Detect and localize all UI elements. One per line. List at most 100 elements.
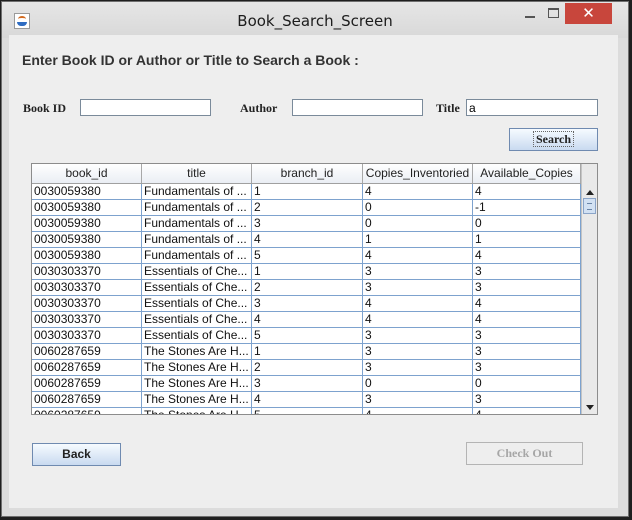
available-copies-cell[interactable]: 4 xyxy=(473,248,581,263)
table-row[interactable]: 0030303370 Essentials of Che... 5 3 3 xyxy=(32,328,581,344)
maximize-icon[interactable] xyxy=(542,3,566,24)
back-button[interactable]: Back xyxy=(32,443,121,466)
available-copies-cell[interactable]: 4 xyxy=(473,296,581,311)
check-out-button[interactable]: Check Out xyxy=(466,442,583,465)
copies-inventoried-cell[interactable]: 4 xyxy=(363,408,473,414)
table-row[interactable]: 0060287659 The Stones Are H... 1 3 3 xyxy=(32,344,581,360)
title-cell[interactable]: Fundamentals of ... xyxy=(142,232,252,247)
available-copies-cell[interactable]: 1 xyxy=(473,232,581,247)
copies-inventoried-cell[interactable]: 3 xyxy=(363,264,473,279)
copies-inventoried-cell[interactable]: 0 xyxy=(363,376,473,391)
minimize-icon[interactable] xyxy=(518,3,542,24)
branch-id-cell[interactable]: 3 xyxy=(252,216,363,231)
table-row[interactable]: 0060287659 The Stones Are H... 5 4 4 xyxy=(32,408,581,414)
branch-id-cell[interactable]: 2 xyxy=(252,360,363,375)
branch-id-cell[interactable]: 4 xyxy=(252,232,363,247)
branch-id-cell[interactable]: 2 xyxy=(252,280,363,295)
table-row[interactable]: 0030059380 Fundamentals of ... 3 0 0 xyxy=(32,216,581,232)
book-id-cell[interactable]: 0060287659 xyxy=(32,344,142,359)
title-cell[interactable]: Essentials of Che... xyxy=(142,264,252,279)
scrollbar-thumb[interactable] xyxy=(583,198,596,214)
branch-id-cell[interactable]: 1 xyxy=(252,184,363,199)
branch-id-cell[interactable]: 3 xyxy=(252,296,363,311)
copies-inventoried-cell[interactable]: 4 xyxy=(363,184,473,199)
available-copies-cell[interactable]: 4 xyxy=(473,408,581,414)
column-header-available-copies[interactable]: Available_Copies xyxy=(473,164,581,183)
book-id-cell[interactable]: 0030059380 xyxy=(32,184,142,199)
branch-id-cell[interactable]: 5 xyxy=(252,248,363,263)
copies-inventoried-cell[interactable]: 3 xyxy=(363,328,473,343)
available-copies-cell[interactable]: 3 xyxy=(473,360,581,375)
branch-id-cell[interactable]: 3 xyxy=(252,376,363,391)
branch-id-cell[interactable]: 2 xyxy=(252,200,363,215)
table-row[interactable]: 0030059380 Fundamentals of ... 4 1 1 xyxy=(32,232,581,248)
available-copies-cell[interactable]: 4 xyxy=(473,312,581,327)
branch-id-cell[interactable]: 4 xyxy=(252,312,363,327)
title-cell[interactable]: Essentials of Che... xyxy=(142,328,252,343)
scroll-down-arrow-icon[interactable] xyxy=(586,405,594,410)
book-id-cell[interactable]: 0030303370 xyxy=(32,264,142,279)
copies-inventoried-cell[interactable]: 1 xyxy=(363,232,473,247)
book-id-cell[interactable]: 0030303370 xyxy=(32,296,142,311)
title-bar[interactable]: Book_Search_Screen ✕ xyxy=(2,2,628,38)
book-id-cell[interactable]: 0060287659 xyxy=(32,408,142,414)
book-id-cell[interactable]: 0060287659 xyxy=(32,360,142,375)
column-header-book-id[interactable]: book_id xyxy=(32,164,142,183)
copies-inventoried-cell[interactable]: 4 xyxy=(363,296,473,311)
table-row[interactable]: 0030059380 Fundamentals of ... 2 0 -1 xyxy=(32,200,581,216)
copies-inventoried-cell[interactable]: 3 xyxy=(363,392,473,407)
column-header-copies-inventoried[interactable]: Copies_Inventoried xyxy=(363,164,473,183)
copies-inventoried-cell[interactable]: 4 xyxy=(363,312,473,327)
book-id-cell[interactable]: 0030059380 xyxy=(32,232,142,247)
title-cell[interactable]: The Stones Are H... xyxy=(142,360,252,375)
branch-id-cell[interactable]: 5 xyxy=(252,408,363,414)
available-copies-cell[interactable]: 3 xyxy=(473,328,581,343)
book-id-cell[interactable]: 0030303370 xyxy=(32,328,142,343)
branch-id-cell[interactable]: 1 xyxy=(252,264,363,279)
title-cell[interactable]: Fundamentals of ... xyxy=(142,216,252,231)
available-copies-cell[interactable]: 3 xyxy=(473,264,581,279)
table-row[interactable]: 0030303370 Essentials of Che... 4 4 4 xyxy=(32,312,581,328)
book-id-cell[interactable]: 0030303370 xyxy=(32,312,142,327)
book-id-cell[interactable]: 0030059380 xyxy=(32,248,142,263)
copies-inventoried-cell[interactable]: 4 xyxy=(363,248,473,263)
table-row[interactable]: 0060287659 The Stones Are H... 3 0 0 xyxy=(32,376,581,392)
book-id-cell[interactable]: 0030303370 xyxy=(32,280,142,295)
available-copies-cell[interactable]: 0 xyxy=(473,376,581,391)
branch-id-cell[interactable]: 5 xyxy=(252,328,363,343)
branch-id-cell[interactable]: 1 xyxy=(252,344,363,359)
available-copies-cell[interactable]: 4 xyxy=(473,184,581,199)
close-icon[interactable]: ✕ xyxy=(565,3,612,24)
table-scrollbar[interactable] xyxy=(581,164,597,414)
table-row[interactable]: 0030303370 Essentials of Che... 3 4 4 xyxy=(32,296,581,312)
book-id-cell[interactable]: 0060287659 xyxy=(32,376,142,391)
title-cell[interactable]: The Stones Are H... xyxy=(142,376,252,391)
copies-inventoried-cell[interactable]: 3 xyxy=(363,360,473,375)
copies-inventoried-cell[interactable]: 0 xyxy=(363,200,473,215)
available-copies-cell[interactable]: 3 xyxy=(473,280,581,295)
table-row[interactable]: 0030303370 Essentials of Che... 2 3 3 xyxy=(32,280,581,296)
book-id-input[interactable] xyxy=(80,99,211,116)
title-cell[interactable]: The Stones Are H... xyxy=(142,344,252,359)
table-row[interactable]: 0060287659 The Stones Are H... 4 3 3 xyxy=(32,392,581,408)
copies-inventoried-cell[interactable]: 3 xyxy=(363,344,473,359)
available-copies-cell[interactable]: 3 xyxy=(473,392,581,407)
search-button[interactable]: Search xyxy=(509,128,598,151)
table-row[interactable]: 0030059380 Fundamentals of ... 5 4 4 xyxy=(32,248,581,264)
copies-inventoried-cell[interactable]: 0 xyxy=(363,216,473,231)
title-cell[interactable]: Fundamentals of ... xyxy=(142,200,252,215)
title-cell[interactable]: Fundamentals of ... xyxy=(142,184,252,199)
title-cell[interactable]: The Stones Are H... xyxy=(142,408,252,414)
book-id-cell[interactable]: 0060287659 xyxy=(32,392,142,407)
copies-inventoried-cell[interactable]: 3 xyxy=(363,280,473,295)
title-cell[interactable]: Essentials of Che... xyxy=(142,280,252,295)
column-header-title[interactable]: title xyxy=(142,164,252,183)
book-id-cell[interactable]: 0030059380 xyxy=(32,216,142,231)
available-copies-cell[interactable]: 3 xyxy=(473,344,581,359)
table-row[interactable]: 0060287659 The Stones Are H... 2 3 3 xyxy=(32,360,581,376)
title-cell[interactable]: Essentials of Che... xyxy=(142,312,252,327)
table-row[interactable]: 0030303370 Essentials of Che... 1 3 3 xyxy=(32,264,581,280)
title-input[interactable] xyxy=(466,99,598,116)
title-cell[interactable]: Essentials of Che... xyxy=(142,296,252,311)
book-id-cell[interactable]: 0030059380 xyxy=(32,200,142,215)
